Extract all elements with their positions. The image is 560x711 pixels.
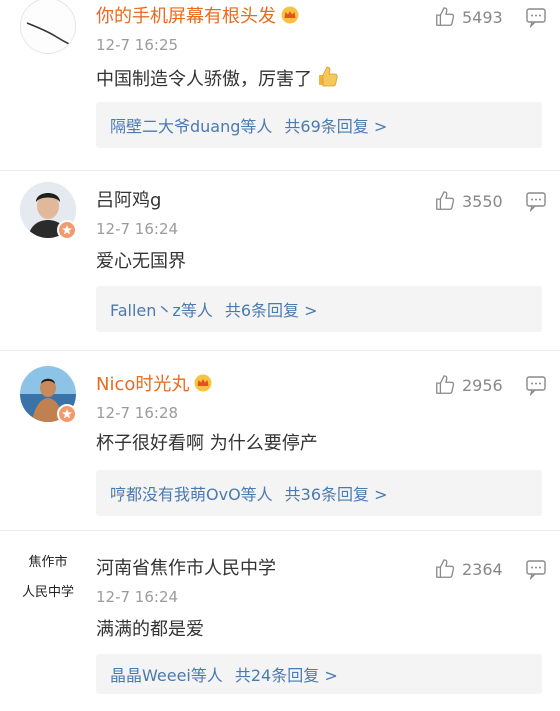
vip-crown-icon [193, 374, 213, 398]
crack-line-avatar-icon [26, 22, 72, 46]
comment-options-icon[interactable] [525, 6, 547, 29]
comment-text: 中国制造令人骄傲，厉害了 [96, 69, 312, 90]
school-text-avatar-icon: 焦作市 人民中学 [22, 554, 74, 600]
username-text[interactable]: 你的手机屏幕有根头发 [96, 6, 276, 27]
reply-summary[interactable]: 哼都没有我萌OvO等人 共36条回复 > [96, 470, 542, 516]
username[interactable]: Nico时光丸 [96, 374, 213, 398]
reply-users[interactable]: 隔壁二大爷duang等人 [110, 113, 272, 137]
comment-options-icon[interactable] [525, 190, 547, 213]
thumbs-up-emoji-icon [316, 64, 340, 95]
avatar-text-line1: 焦作市 [28, 554, 67, 570]
thumbs-up-icon [436, 191, 455, 210]
thumbs-up-icon [436, 7, 455, 26]
like-count: 5493 [462, 7, 503, 27]
like-count: 2956 [462, 375, 503, 395]
thumbs-up-icon [436, 559, 455, 578]
reply-summary[interactable]: 晶晶Weeei等人 共24条回复 > [96, 654, 542, 694]
comment-content: 杯子很好看啊 为什么要停产 [96, 433, 318, 454]
thumbs-up-icon [436, 375, 455, 394]
reply-total[interactable]: 共24条回复 > [235, 662, 338, 686]
vip-crown-icon [280, 6, 300, 30]
comment-time: 12-7 16:24 [96, 220, 179, 238]
verified-badge-icon [57, 220, 77, 240]
reply-total[interactable]: 共6条回复 > [225, 297, 318, 321]
reply-summary[interactable]: Fallen丶z等人 共6条回复 > [96, 286, 542, 332]
avatar[interactable] [20, 0, 76, 54]
like-button[interactable]: 2956 [434, 374, 503, 396]
comment-content: 满满的都是爱 [96, 619, 204, 640]
comment-time: 12-7 16:24 [96, 588, 179, 606]
username[interactable]: 你的手机屏幕有根头发 [96, 6, 300, 30]
like-count: 2364 [462, 559, 503, 579]
reply-total[interactable]: 共69条回复 > [284, 113, 387, 137]
divider [0, 350, 560, 351]
divider [0, 530, 560, 531]
like-button[interactable]: 3550 [434, 190, 503, 212]
avatar[interactable]: 焦作市 人民中学 [18, 544, 78, 604]
comment-content: 中国制造令人骄傲，厉害了 [96, 64, 340, 95]
like-button[interactable]: 2364 [434, 558, 503, 580]
comment-time: 12-7 16:28 [96, 404, 179, 422]
like-button[interactable]: 5493 [434, 6, 503, 28]
comment-options-icon[interactable] [525, 374, 547, 397]
comment-item: 吕阿鸡g 12-7 16:24 3550 爱心无国界 Fallen丶z等人 共6… [0, 176, 560, 351]
reply-total[interactable]: 共36条回复 > [285, 481, 388, 505]
comment-options-icon[interactable] [525, 558, 547, 581]
comment-content: 爱心无国界 [96, 251, 186, 272]
divider [0, 170, 560, 171]
like-count: 3550 [462, 191, 503, 211]
username-text[interactable]: Nico时光丸 [96, 374, 189, 395]
reply-summary[interactable]: 隔壁二大爷duang等人 共69条回复 > [96, 102, 542, 148]
avatar-text-line2: 人民中学 [22, 584, 74, 600]
reply-users[interactable]: 哼都没有我萌OvO等人 [110, 481, 273, 505]
username[interactable]: 吕阿鸡g [96, 190, 161, 212]
comment-time: 12-7 16:25 [96, 36, 179, 54]
reply-users[interactable]: Fallen丶z等人 [110, 297, 213, 321]
comment-item: 你的手机屏幕有根头发 12-7 16:25 5493 中国制造令人骄傲，厉害了 … [0, 0, 560, 175]
username[interactable]: 河南省焦作市人民中学 [96, 558, 276, 580]
verified-badge-icon [57, 404, 77, 424]
comment-item: Nico时光丸 12-7 16:28 2956 杯子很好看啊 为什么要停产 哼都… [0, 356, 560, 531]
reply-users[interactable]: 晶晶Weeei等人 [110, 662, 223, 686]
comment-item: 焦作市 人民中学 河南省焦作市人民中学 12-7 16:24 2364 满满的都… [0, 536, 560, 711]
